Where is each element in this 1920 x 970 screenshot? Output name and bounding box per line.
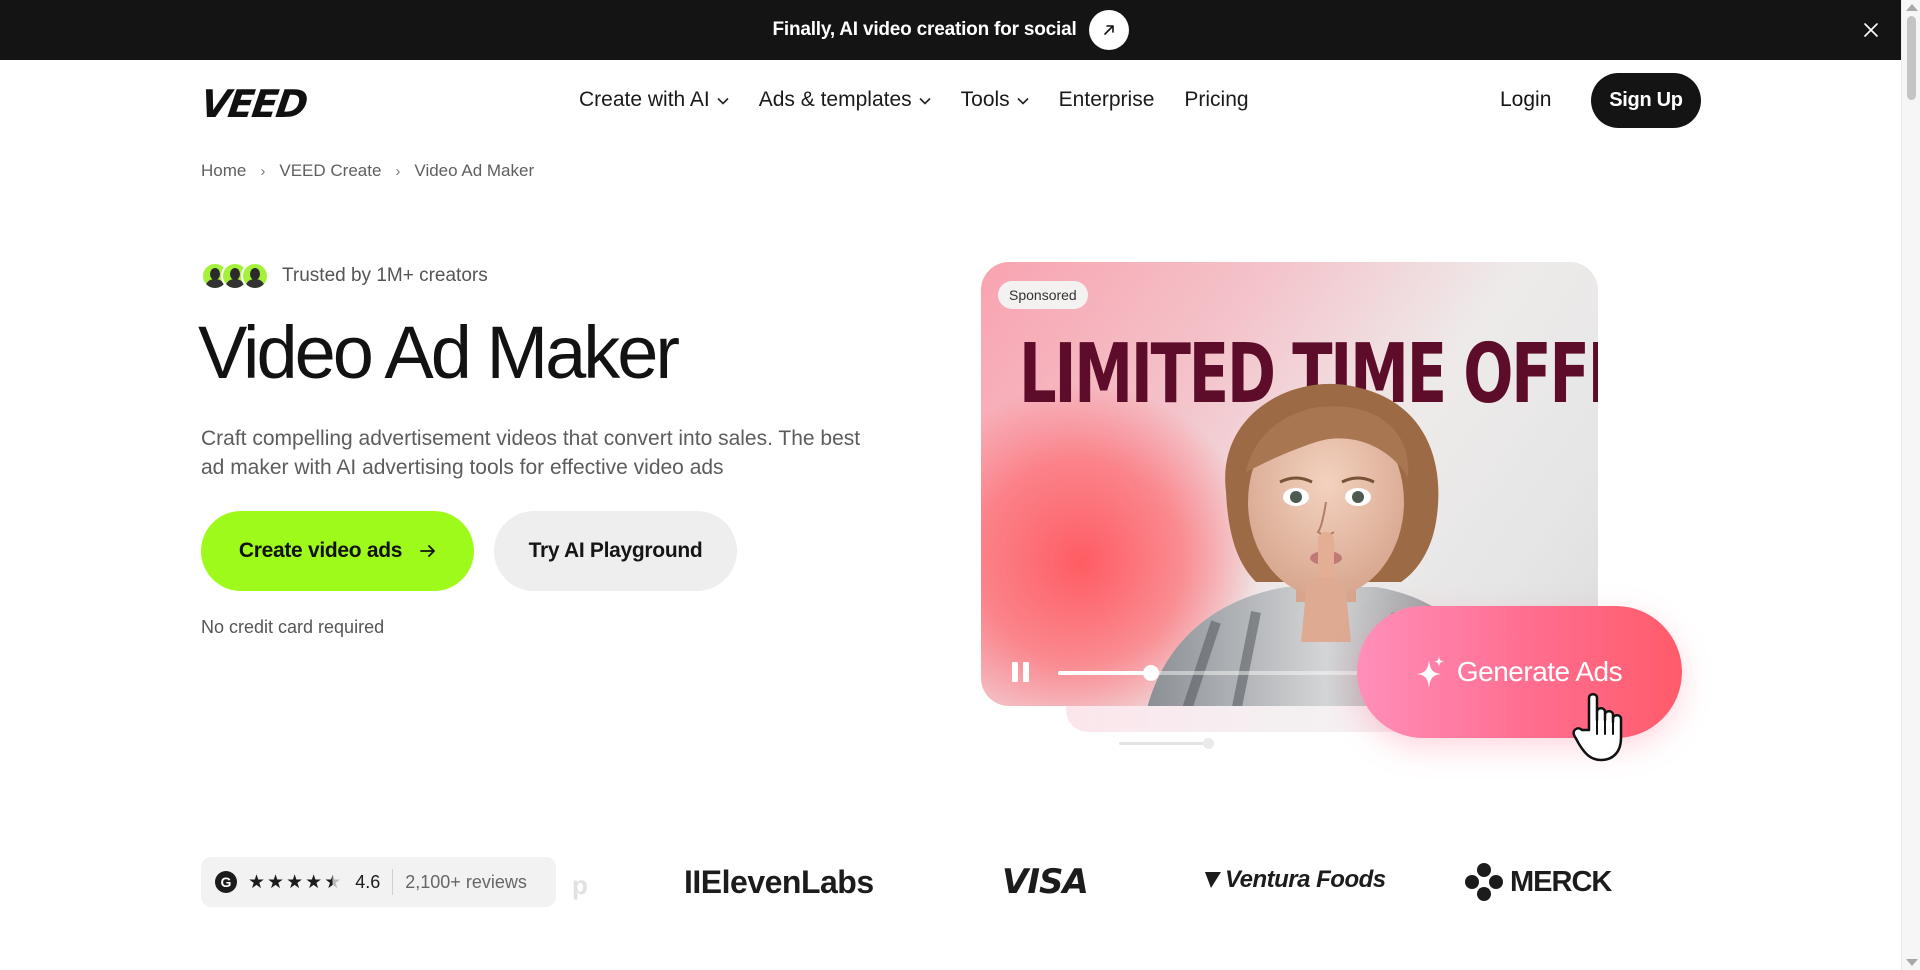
try-ai-playground-button[interactable]: Try AI Playground bbox=[494, 511, 737, 591]
page-title: Video Ad Maker bbox=[198, 311, 680, 394]
ventura-foods-logo: Ventura Foods bbox=[1203, 866, 1386, 894]
generate-ads-label: Generate Ads bbox=[1456, 656, 1623, 687]
nav-item-label: Create with AI bbox=[579, 88, 710, 111]
breadcrumb-separator-icon: › bbox=[395, 162, 401, 180]
chevron-down-icon bbox=[717, 97, 729, 105]
breadcrumb-current: Video Ad Maker bbox=[414, 161, 535, 180]
star-icon: ★ bbox=[305, 871, 323, 893]
breadcrumb-separator-icon: › bbox=[260, 162, 266, 180]
breadcrumb-veed-create[interactable]: VEED Create bbox=[279, 161, 381, 181]
hero-description: Craft compelling advertisement videos th… bbox=[201, 427, 861, 479]
nav-menu: Create with AI Ads & templates Tools Ent… bbox=[579, 88, 1249, 112]
merck-mark-icon bbox=[1465, 863, 1503, 901]
signup-button[interactable]: Sign Up bbox=[1591, 73, 1701, 128]
creator-avatars bbox=[201, 262, 269, 290]
scrollbar[interactable] bbox=[1901, 0, 1920, 970]
merck-logo: MERCK bbox=[1464, 862, 1612, 902]
nav-item-label: Pricing bbox=[1184, 88, 1249, 111]
g2-logo-icon: G bbox=[215, 871, 237, 893]
chevron-down-icon bbox=[1017, 97, 1029, 105]
nav-item-ads-templates[interactable]: Ads & templates bbox=[759, 88, 931, 112]
merck-text: MERCK bbox=[1510, 865, 1612, 898]
nav-item-pricing[interactable]: Pricing bbox=[1184, 88, 1248, 112]
nav-item-label: Ads & templates bbox=[758, 88, 912, 111]
trusted-text: Trusted by 1M+ creators bbox=[282, 265, 488, 286]
breadcrumb-home[interactable]: Home bbox=[201, 161, 246, 181]
ventura-mark-icon bbox=[1205, 872, 1221, 888]
video-progress-knob[interactable] bbox=[1143, 665, 1159, 681]
avatar bbox=[241, 262, 269, 290]
video-progress-bar[interactable] bbox=[1058, 665, 1358, 681]
visa-logo: VISA bbox=[1002, 862, 1089, 902]
ventura-foods-text: Ventura Foods bbox=[1225, 866, 1386, 893]
star-icon: ★ bbox=[267, 871, 285, 893]
pause-icon[interactable] bbox=[1012, 662, 1029, 682]
elevenlabs-logo: IIElevenLabs bbox=[684, 864, 874, 900]
nav-item-tools[interactable]: Tools bbox=[961, 88, 1029, 112]
trusted-badge: Trusted by 1M+ creators bbox=[201, 262, 488, 290]
half-star-icon: ★ bbox=[324, 871, 342, 893]
rating-badge[interactable]: G ★ ★ ★ ★ ★ 4.6 2,100+ reviews bbox=[201, 857, 556, 907]
partial-client-logo: p bbox=[572, 870, 588, 900]
divider bbox=[392, 869, 394, 895]
no-credit-card-note: No credit card required bbox=[201, 617, 385, 637]
sponsored-badge: Sponsored bbox=[998, 281, 1088, 309]
hero-media: Sponsored LIMITED TIME OFFER bbox=[981, 262, 1682, 772]
review-count: 2,100+ reviews bbox=[405, 871, 527, 892]
top-navigation: VEED Create with AI Ads & templates Tool… bbox=[0, 60, 1901, 140]
announcement-bar: Finally, AI video creation for social bbox=[0, 0, 1901, 60]
hand-cursor-icon bbox=[1572, 693, 1623, 762]
create-video-ads-button[interactable]: Create video ads bbox=[201, 511, 474, 591]
nav-item-label: Enterprise bbox=[1058, 88, 1155, 111]
ghost-progress-knob bbox=[1203, 738, 1214, 749]
scrollbar-thumb[interactable] bbox=[1907, 16, 1916, 100]
chevron-down-icon bbox=[919, 97, 931, 105]
rating-stars: ★ ★ ★ ★ ★ bbox=[248, 871, 341, 894]
nav-item-label: Tools bbox=[960, 88, 1010, 111]
arrow-up-right-icon[interactable] bbox=[1088, 10, 1129, 50]
video-progress-fill bbox=[1058, 671, 1151, 675]
star-icon: ★ bbox=[248, 871, 266, 893]
login-link[interactable]: Login bbox=[1500, 88, 1551, 112]
nav-item-create-with-ai[interactable]: Create with AI bbox=[579, 88, 729, 112]
rating-value: 4.6 bbox=[355, 871, 381, 892]
arrow-right-icon bbox=[420, 545, 436, 557]
scroll-up-arrow-icon[interactable] bbox=[1906, 4, 1918, 11]
star-icon: ★ bbox=[286, 871, 304, 893]
nav-item-enterprise[interactable]: Enterprise bbox=[1059, 88, 1155, 112]
scroll-down-arrow-icon[interactable] bbox=[1906, 959, 1918, 966]
announcement-text[interactable]: Finally, AI video creation for social bbox=[772, 19, 1076, 41]
veed-logo[interactable]: VEED bbox=[198, 82, 309, 126]
breadcrumb: Home › VEED Create › Video Ad Maker bbox=[201, 161, 534, 181]
button-label: Create video ads bbox=[238, 539, 403, 562]
generate-ads-button[interactable]: Generate Ads bbox=[1357, 606, 1682, 738]
sparkle-icon bbox=[1416, 656, 1444, 688]
close-icon[interactable] bbox=[1859, 18, 1883, 42]
ghost-progress-track bbox=[1119, 742, 1204, 745]
